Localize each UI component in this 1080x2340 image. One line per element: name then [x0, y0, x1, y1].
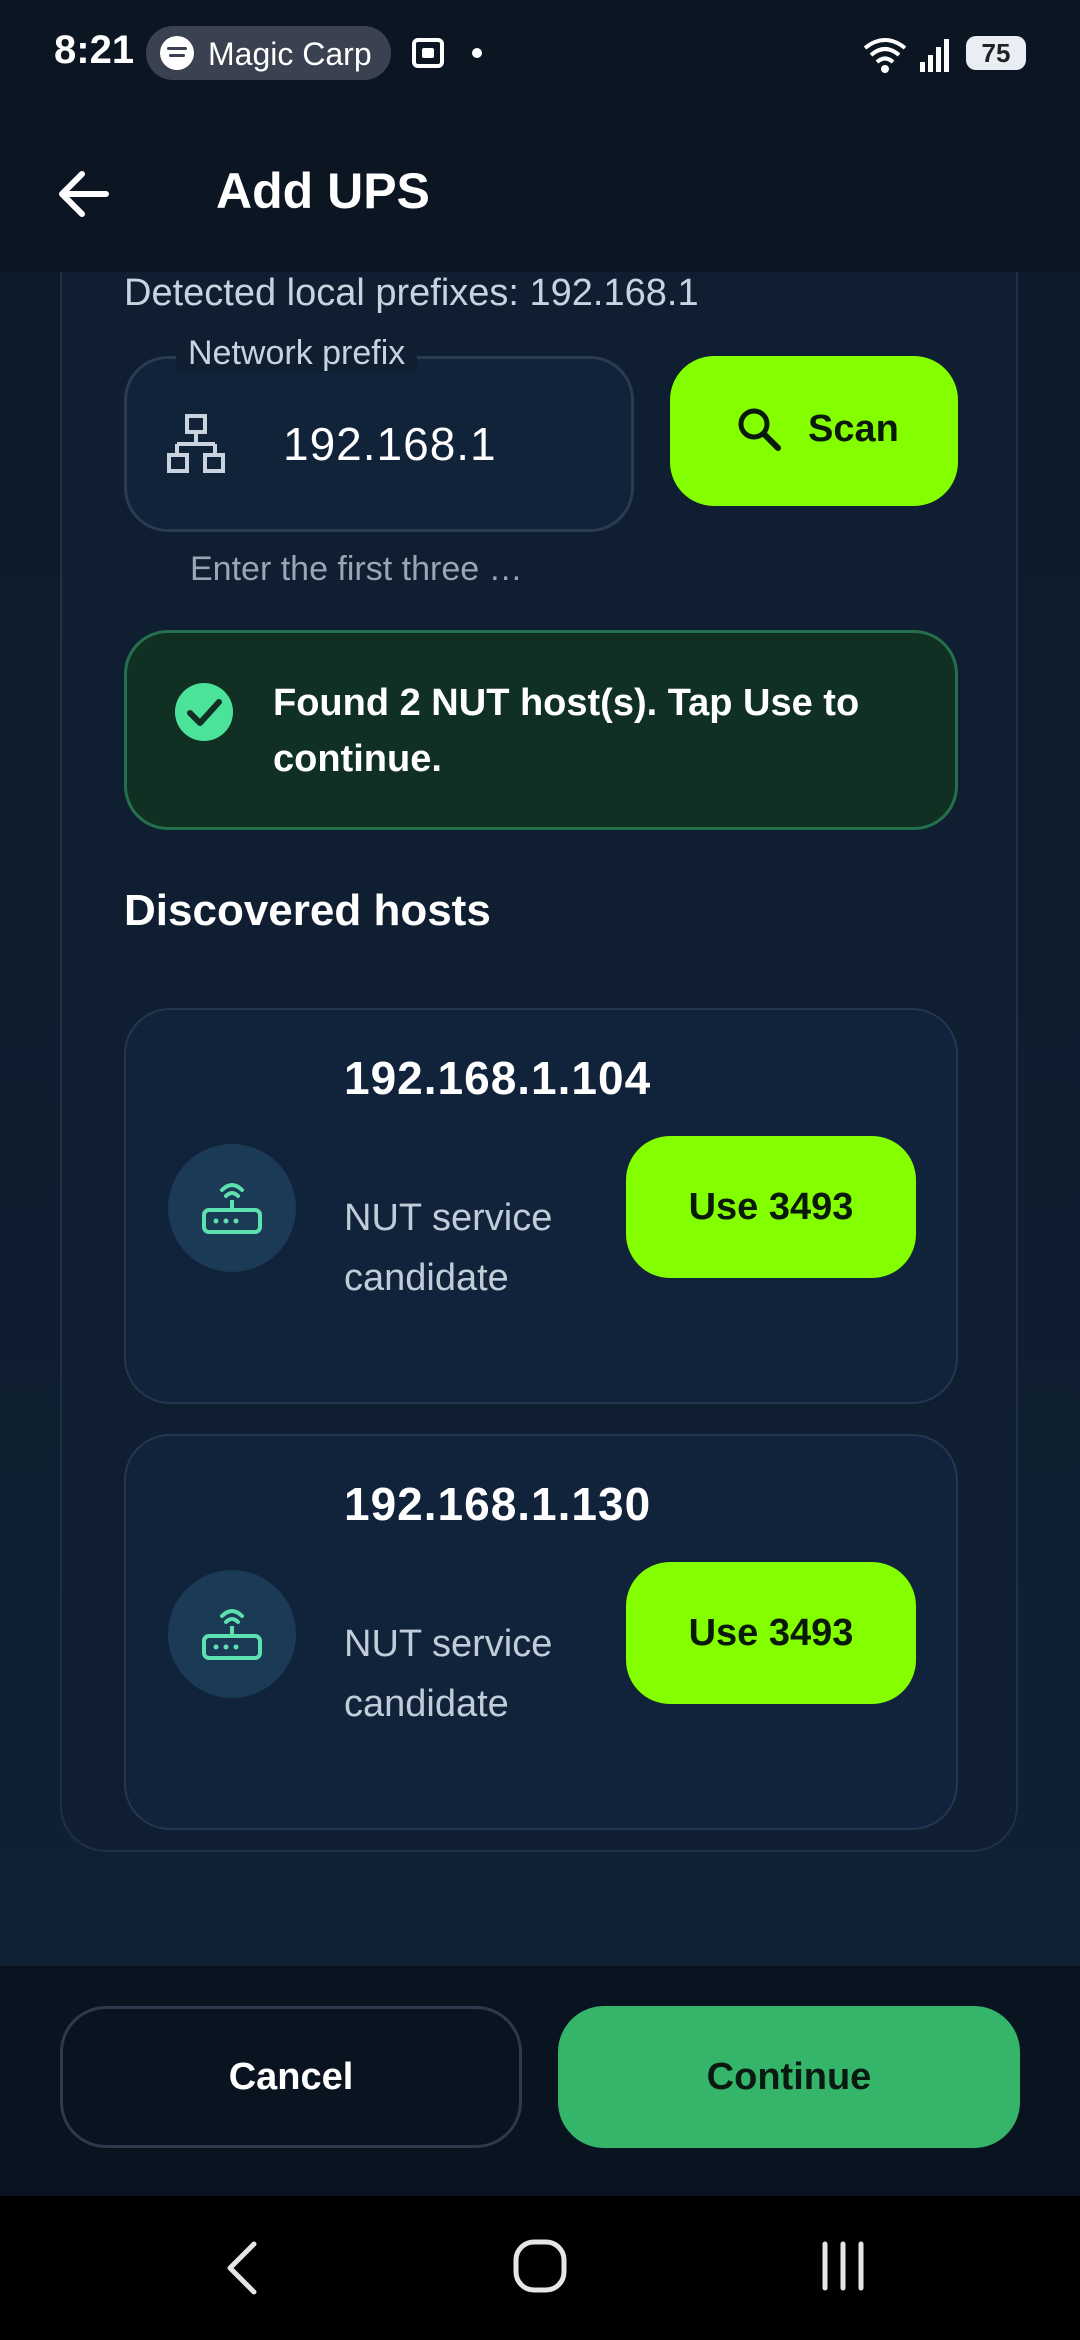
host-ip: 192.168.1.130	[344, 1478, 652, 1530]
host-avatar	[168, 1144, 296, 1272]
screenshot-icon	[412, 38, 444, 68]
host-ip: 192.168.1.104	[344, 1052, 652, 1104]
bottom-action-bar: Cancel Continue	[0, 1966, 1080, 2196]
host-subtitle: NUT service candidate	[344, 1623, 553, 1725]
scan-result-banner: Found 2 NUT host(s). Tap Use to continue…	[124, 630, 958, 830]
status-bar: 8:21 Magic Carp 75	[0, 0, 1080, 110]
cancel-button[interactable]: Cancel	[60, 2006, 522, 2148]
search-icon	[738, 408, 781, 451]
wifi-icon	[863, 38, 907, 73]
nav-home-icon[interactable]	[512, 2238, 568, 2294]
network-prefix-value: 192.168.1	[283, 418, 497, 470]
discovered-hosts-title: Discovered hosts	[124, 886, 491, 935]
media-pill-text: Magic Carp	[208, 36, 372, 72]
battery-indicator: 75	[966, 36, 1026, 70]
router-icon	[202, 1609, 262, 1660]
check-circle-icon	[175, 683, 233, 741]
network-icon	[167, 414, 225, 473]
nav-recents-icon[interactable]	[818, 2238, 868, 2294]
use-host-button[interactable]: Use 3493	[626, 1136, 916, 1278]
back-arrow-icon[interactable]	[48, 158, 120, 230]
notification-dot-icon	[472, 48, 482, 58]
scan-button[interactable]: Scan	[670, 356, 958, 506]
host-avatar	[168, 1570, 296, 1698]
host-card: 192.168.1.130 NUT service candidate Use …	[124, 1434, 958, 1830]
status-time: 8:21	[54, 28, 135, 72]
scroll-content[interactable]: Detected local prefixes: 192.168.1 Netwo…	[0, 272, 1080, 1966]
scan-button-label: Scan	[808, 408, 899, 450]
media-pill[interactable]: Magic Carp	[146, 26, 391, 80]
spotify-icon	[160, 36, 194, 70]
router-icon	[202, 1183, 262, 1234]
scan-result-text: Found 2 NUT host(s). Tap Use to continue…	[273, 682, 860, 780]
signal-icon	[920, 39, 949, 72]
detected-prefixes-text: Detected local prefixes: 192.168.1	[124, 272, 699, 314]
prefix-helper-text: Enter the first three …	[190, 550, 523, 588]
page-title: Add UPS	[216, 163, 430, 219]
app-bar: Add UPS	[0, 110, 1080, 272]
network-prefix-input[interactable]: 192.168.1	[124, 356, 634, 532]
system-nav-bar	[0, 2196, 1080, 2340]
host-card: 192.168.1.104 NUT service candidate Use …	[124, 1008, 958, 1404]
continue-button[interactable]: Continue	[558, 2006, 1020, 2148]
host-subtitle: NUT service candidate	[344, 1197, 553, 1299]
use-host-button[interactable]: Use 3493	[626, 1562, 916, 1704]
network-prefix-label: Network prefix	[176, 334, 418, 373]
nav-back-icon[interactable]	[214, 2236, 274, 2300]
